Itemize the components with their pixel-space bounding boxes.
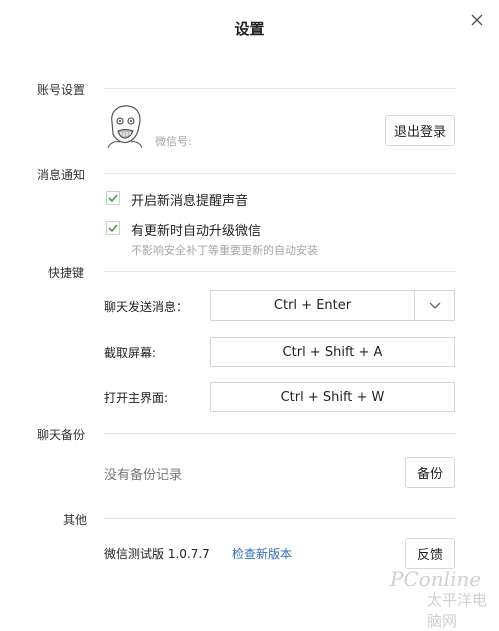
sound-alert-label: 开启新消息提醒声音 bbox=[131, 194, 249, 209]
section-label-notifications: 消息通知 bbox=[37, 168, 86, 182]
checkmark-icon bbox=[108, 224, 118, 233]
close-icon[interactable] bbox=[469, 12, 485, 28]
divider bbox=[104, 518, 456, 519]
watermark-brand: PConline bbox=[390, 567, 482, 591]
divider bbox=[104, 271, 456, 272]
feedback-button[interactable]: 反馈 bbox=[405, 538, 455, 569]
auto-update-label: 有更新时自动升级微信 bbox=[131, 224, 262, 239]
section-label-other: 其他 bbox=[63, 513, 88, 527]
sound-alert-checkbox[interactable] bbox=[106, 191, 120, 205]
shortcut-label-send: 聊天发送消息： bbox=[104, 300, 189, 314]
auto-update-hint: 不影响安全补丁等重要更新的自动安装 bbox=[131, 244, 318, 257]
send-shortcut-select[interactable]: Ctrl + Enter bbox=[210, 290, 415, 321]
screenshot-shortcut-field[interactable]: Ctrl + Shift + A bbox=[210, 337, 455, 367]
chevron-down-icon bbox=[429, 302, 440, 309]
divider bbox=[104, 433, 456, 434]
logout-button[interactable]: 退出登录 bbox=[385, 115, 455, 146]
divider bbox=[104, 173, 456, 174]
checkmark-icon bbox=[108, 194, 118, 203]
watermark-site: 太平洋电脑网 bbox=[427, 591, 488, 630]
section-label-shortcuts: 快捷键 bbox=[48, 266, 85, 280]
version-text: 微信测试版 1.0.7.7 bbox=[104, 547, 210, 561]
section-label-account: 账号设置 bbox=[37, 83, 86, 97]
auto-update-checkbox[interactable] bbox=[106, 221, 120, 235]
backup-status: 没有备份记录 bbox=[104, 468, 183, 483]
avatar bbox=[104, 104, 146, 149]
section-label-backup: 聊天备份 bbox=[37, 428, 86, 442]
wechat-id-label: 微信号: bbox=[155, 135, 192, 148]
divider bbox=[104, 88, 456, 89]
shortcut-label-main-window: 打开主界面: bbox=[104, 391, 169, 405]
check-update-link[interactable]: 检查新版本 bbox=[232, 545, 292, 562]
shortcut-label-screenshot: 截取屏幕: bbox=[104, 346, 157, 360]
send-shortcut-dropdown[interactable] bbox=[415, 290, 455, 321]
main-window-shortcut-field[interactable]: Ctrl + Shift + W bbox=[210, 382, 455, 412]
window-title: 设置 bbox=[234, 20, 265, 38]
backup-button[interactable]: 备份 bbox=[405, 457, 455, 488]
